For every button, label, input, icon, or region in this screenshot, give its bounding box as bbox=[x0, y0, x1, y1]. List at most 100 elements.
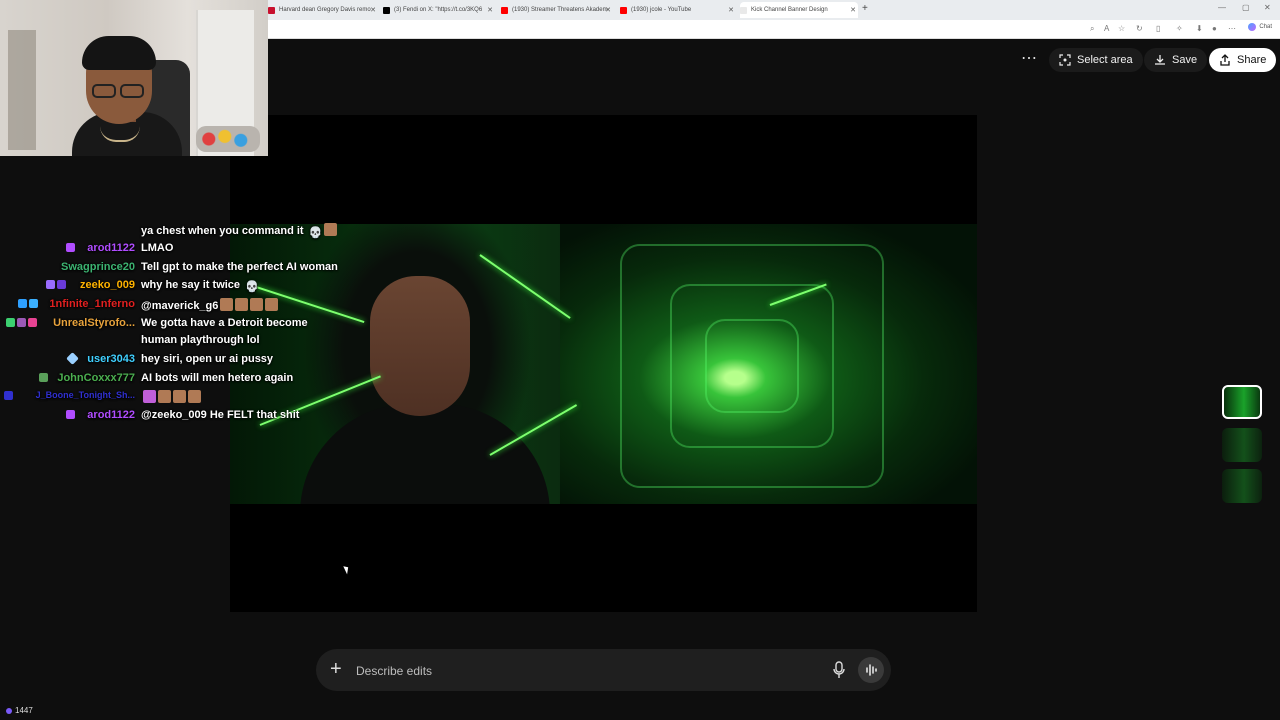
browser-tab[interactable]: Harvard dean Gregory Davis remo ✕ bbox=[268, 2, 378, 18]
tab-favicon-icon bbox=[501, 6, 508, 14]
chat-message: JohnCoxxx777 AI bots will men hetero aga… bbox=[0, 370, 350, 388]
emote-icon bbox=[235, 298, 249, 311]
chat-text: why he say it twice 💀 bbox=[141, 279, 259, 293]
copilot-chat-button[interactable]: Chat bbox=[1248, 23, 1272, 31]
read-aloud-icon[interactable]: A bbox=[1104, 24, 1109, 33]
tab-favicon-icon bbox=[383, 6, 390, 14]
version-thumbnail[interactable] bbox=[1222, 469, 1262, 503]
menu-icon[interactable]: ⋯ bbox=[1228, 24, 1236, 33]
refresh-icon[interactable]: ↻ bbox=[1136, 24, 1143, 33]
chat-label: Chat bbox=[1259, 24, 1272, 30]
download-icon bbox=[1155, 55, 1165, 65]
emote-icon bbox=[158, 390, 171, 403]
tunnel-ring bbox=[705, 319, 799, 413]
add-attachment-button[interactable]: + bbox=[330, 658, 342, 680]
version-thumbnail[interactable] bbox=[1222, 385, 1262, 419]
chat-message: arod1122 @zeeko_009 He FELT that shit bbox=[0, 407, 350, 425]
badge-icon bbox=[17, 318, 26, 327]
chat-text: hey siri, open ur ai pussy bbox=[141, 353, 274, 365]
chat-message: arod1122 LMAO bbox=[0, 240, 350, 258]
favorite-icon[interactable]: ☆ bbox=[1118, 24, 1125, 33]
chat-username[interactable]: arod1122 bbox=[87, 242, 135, 254]
describe-edits-bar: + bbox=[316, 649, 891, 691]
zoom-icon[interactable]: ⌕ bbox=[1090, 24, 1094, 34]
split-screen-icon[interactable]: ▯ bbox=[1156, 24, 1160, 33]
select-area-label: Select area bbox=[1077, 54, 1133, 66]
copilot-icon bbox=[1248, 23, 1257, 31]
save-label: Save bbox=[1172, 54, 1198, 66]
browser-tab[interactable]: (1930) jcole - YouTube ✕ bbox=[620, 2, 736, 18]
chat-text: @maverick_g6 bbox=[141, 298, 279, 312]
share-button[interactable]: Share bbox=[1209, 48, 1277, 72]
skull-emote-icon: 💀 bbox=[308, 227, 323, 239]
chat-message: zeeko_009 why he say it twice 💀 bbox=[0, 277, 350, 295]
restore-icon[interactable]: ▢ bbox=[1242, 3, 1250, 12]
emote-icon bbox=[188, 390, 201, 403]
chat-username[interactable]: user3043 bbox=[87, 353, 135, 365]
chat-username[interactable]: 1nfinite_1nferno bbox=[49, 298, 135, 310]
badge-icon bbox=[6, 318, 15, 327]
emote-icon bbox=[265, 298, 279, 311]
version-thumbnail[interactable] bbox=[1222, 428, 1262, 462]
tab-favicon-icon bbox=[268, 6, 275, 14]
chat-username[interactable]: J_Boone_Tonight_Sh... bbox=[36, 390, 135, 400]
chat-message: UnrealStyrofo... We gotta have a Detroit… bbox=[0, 315, 350, 333]
tab-favicon-icon bbox=[620, 6, 627, 14]
tab-close-icon[interactable]: ✕ bbox=[605, 6, 611, 14]
new-tab-icon[interactable]: + bbox=[862, 3, 868, 14]
collections-icon[interactable]: ✧ bbox=[1176, 24, 1183, 33]
chat-text: LMAO bbox=[141, 242, 174, 254]
chat-username[interactable]: JohnCoxxx777 bbox=[57, 372, 135, 384]
select-area-button[interactable]: Select area bbox=[1049, 48, 1143, 72]
tab-close-icon[interactable]: ✕ bbox=[487, 6, 493, 14]
save-button[interactable]: Save bbox=[1144, 48, 1208, 72]
browser-tab-active[interactable]: Kick Channel Banner Design ✕ bbox=[740, 2, 858, 18]
tab-title: Harvard dean Gregory Davis remo bbox=[279, 7, 371, 13]
badge-icon bbox=[57, 280, 66, 289]
tab-favicon-icon bbox=[740, 6, 747, 14]
badge-icon bbox=[29, 299, 38, 308]
profile-icon[interactable]: ● bbox=[1212, 24, 1217, 33]
voice-wave-icon bbox=[866, 664, 877, 676]
viewer-count-label: 1447 bbox=[15, 706, 33, 715]
sci-fi-tunnel bbox=[560, 224, 977, 504]
minimize-icon[interactable]: — bbox=[1218, 3, 1226, 12]
viewer-count: 1447 bbox=[6, 706, 33, 715]
badge-icon bbox=[66, 410, 75, 419]
voice-mode-button[interactable] bbox=[858, 657, 884, 683]
microphone-icon[interactable] bbox=[832, 661, 846, 679]
more-options-button[interactable]: ⋯ bbox=[1020, 50, 1038, 70]
extensions-icon[interactable]: ⬇ bbox=[1196, 24, 1203, 33]
chat-text: AI bots will men hetero again bbox=[141, 372, 294, 384]
tab-title: Kick Channel Banner Design bbox=[751, 7, 828, 13]
tab-close-icon[interactable]: ✕ bbox=[850, 6, 856, 14]
chat-text: @zeeko_009 He FELT that shit bbox=[141, 409, 300, 421]
portrait-face bbox=[370, 276, 470, 416]
skull-emote-icon: 💀 bbox=[245, 281, 259, 293]
share-icon bbox=[1220, 54, 1230, 66]
emote-icon bbox=[324, 223, 338, 236]
describe-edits-input[interactable] bbox=[354, 659, 778, 683]
close-window-icon[interactable]: ✕ bbox=[1264, 3, 1271, 12]
tab-close-icon[interactable]: ✕ bbox=[370, 6, 376, 14]
emote-icon bbox=[173, 390, 186, 403]
chat-text: ya chest when you command it 💀 bbox=[141, 223, 338, 239]
tab-title: (1930) Streamer Threatens Akadem bbox=[512, 7, 608, 13]
emote-icon bbox=[143, 390, 156, 403]
browser-tab[interactable]: (3) Fendi on X: "https://t.co/3KQ6 ✕ bbox=[383, 2, 495, 18]
chat-text: human playthrough lol bbox=[141, 334, 260, 346]
tab-close-icon[interactable]: ✕ bbox=[728, 6, 734, 14]
badge-icon bbox=[39, 373, 48, 382]
chat-text: Tell gpt to make the perfect AI woman bbox=[141, 261, 338, 273]
chat-text: We gotta have a Detroit become bbox=[141, 317, 308, 329]
tab-title: (1930) jcole - YouTube bbox=[631, 7, 692, 13]
chat-username[interactable]: Swagprince20 bbox=[61, 261, 135, 273]
select-area-icon bbox=[1059, 54, 1071, 66]
chat-message: ya chest when you command it 💀 bbox=[0, 221, 350, 239]
browser-tab[interactable]: (1930) Streamer Threatens Akadem ✕ bbox=[501, 2, 613, 18]
badge-icon bbox=[18, 299, 27, 308]
chat-username[interactable]: UnrealStyrofo... bbox=[53, 317, 135, 329]
chat-username[interactable]: arod1122 bbox=[87, 409, 135, 421]
chat-username[interactable]: zeeko_009 bbox=[80, 279, 135, 291]
badge-icon bbox=[66, 352, 79, 365]
